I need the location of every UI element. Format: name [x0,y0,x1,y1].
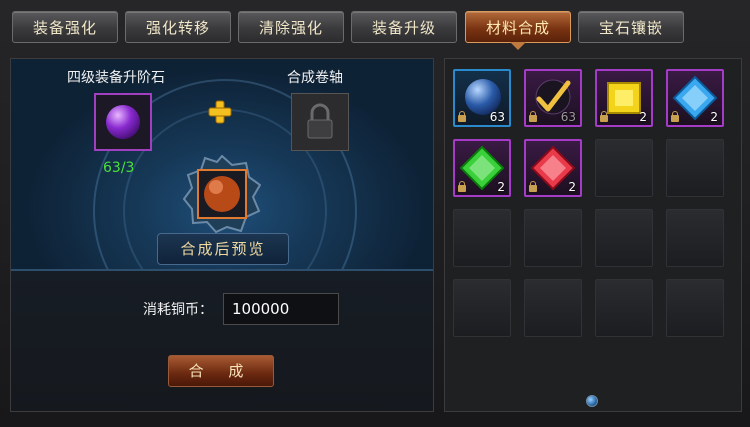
item-count: 2 [639,110,647,124]
tab-material-synthesis[interactable]: 材料合成 [465,11,571,43]
purple-orb-icon [106,105,140,139]
plus-icon [208,100,232,124]
active-tab-indicator [510,42,526,50]
synthesize-button[interactable]: 合 成 [168,355,274,387]
inventory-slot-empty[interactable] [453,279,511,337]
lock-icon [529,111,537,122]
item-count: 63 [560,110,576,124]
inventory-slot-empty[interactable] [666,209,724,267]
inventory-slot-empty[interactable] [595,209,653,267]
inventory-slot-5[interactable]: 2 [453,139,511,197]
inventory-slot-empty[interactable] [595,139,653,197]
lock-icon [600,111,608,122]
inventory-slot-4[interactable]: 2 [666,69,724,127]
material-slot[interactable] [94,93,152,151]
tab-bar: 装备强化 强化转移 清除强化 装备升级 材料合成 宝石镶嵌 [0,0,750,52]
inventory-slot-empty[interactable] [595,279,653,337]
preview-label: 合成后预览 [157,233,289,265]
inventory-slot-empty[interactable] [666,279,724,337]
page-indicator-dot[interactable] [586,395,598,407]
tab-equipment-enhance[interactable]: 装备强化 [12,11,118,43]
tab-clear-enhance[interactable]: 清除强化 [238,11,344,43]
item-count: 2 [568,180,576,194]
inventory-slot-empty[interactable] [666,139,724,197]
inventory-slot-empty[interactable] [524,209,582,267]
inventory-slot-6[interactable]: 2 [524,139,582,197]
lock-icon [529,181,537,192]
inventory-grid: 63 63 2 2 2 2 [444,58,742,412]
lock-icon [671,111,679,122]
inventory-slot-3[interactable]: 2 [595,69,653,127]
inventory-slot-empty[interactable] [453,209,511,267]
cost-label: 消耗铜币： [143,302,213,318]
lock-icon [307,103,333,139]
synthesis-panel: 四级装备升阶石 合成卷轴 63/3 合成后预览 消耗铜币： 100000 合 成 [10,58,434,412]
item-count: 2 [497,180,505,194]
preview-slot [183,155,261,233]
scroll-label: 合成卷轴 [287,70,343,86]
cost-field: 100000 [223,293,339,325]
material-count: 63/3 [103,160,135,176]
item-count: 63 [489,110,505,124]
inventory-slot-empty[interactable] [524,279,582,337]
tab-equipment-upgrade[interactable]: 装备升级 [351,11,457,43]
inventory-slot-2[interactable]: 63 [524,69,582,127]
material-synthesis-window: 装备强化 强化转移 清除强化 装备升级 材料合成 宝石镶嵌 四级装备升阶石 合成… [0,0,750,427]
lock-icon [458,111,466,122]
item-count: 2 [710,110,718,124]
tab-gem-inlay[interactable]: 宝石镶嵌 [578,11,684,43]
material-label: 四级装备升阶石 [67,70,165,86]
inventory-slot-1[interactable]: 63 [453,69,511,127]
tab-enhance-transfer[interactable]: 强化转移 [125,11,231,43]
lock-icon [458,181,466,192]
scroll-slot[interactable] [291,93,349,151]
